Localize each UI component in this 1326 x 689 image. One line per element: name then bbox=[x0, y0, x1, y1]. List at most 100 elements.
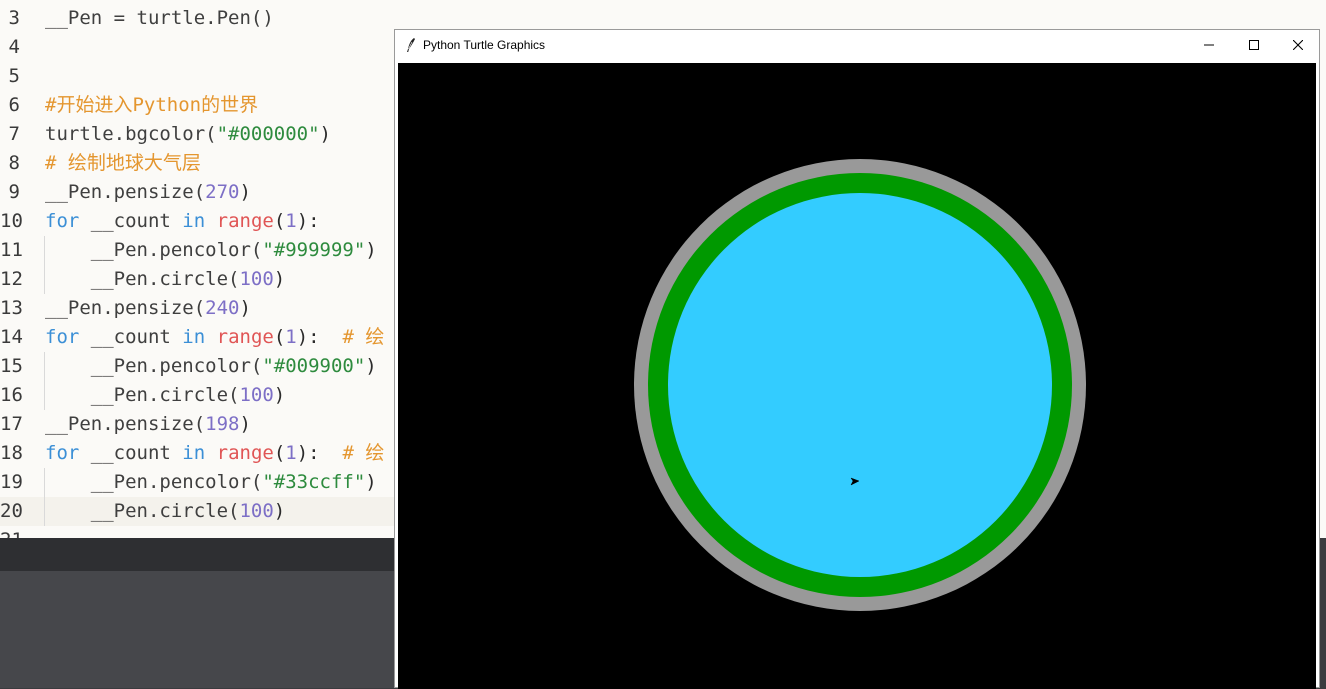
line-number: 3 bbox=[8, 7, 20, 29]
code-token: "#999999" bbox=[262, 239, 366, 261]
line-number: 18 bbox=[0, 442, 23, 464]
code-token: #开始进入Python的世界 bbox=[45, 94, 259, 116]
code-text: __Pen.pensize(240) bbox=[45, 294, 251, 323]
code-text: for __count in range(1): # 绘 bbox=[45, 323, 384, 352]
line-number: 21 bbox=[0, 526, 23, 538]
code-token: ( bbox=[273, 326, 286, 348]
code-token: ) bbox=[273, 268, 286, 290]
code-token: __count bbox=[79, 442, 183, 464]
turtle-canvas[interactable] bbox=[398, 63, 1316, 689]
code-text: #开始进入Python的世界 bbox=[45, 91, 258, 120]
code-token: in bbox=[182, 326, 206, 348]
code-token: "#33ccff" bbox=[262, 471, 366, 493]
maximize-icon bbox=[1249, 40, 1259, 50]
code-token: __Pen.pensize( bbox=[45, 413, 206, 435]
code-text: __Pen.circle(100) bbox=[45, 265, 286, 294]
code-text: __Pen.circle(100) bbox=[45, 497, 286, 526]
code-text: __Pen.pensize(198) bbox=[45, 410, 251, 439]
code-text: __Pen.circle(100) bbox=[45, 381, 286, 410]
code-token: 240 bbox=[205, 297, 240, 319]
code-token: __Pen.pensize( bbox=[45, 181, 206, 203]
line-number: 20 bbox=[0, 500, 23, 522]
code-token: ( bbox=[273, 210, 286, 232]
window-titlebar[interactable]: Python Turtle Graphics bbox=[395, 30, 1319, 61]
code-token: # 绘 bbox=[342, 442, 385, 464]
code-text: __Pen = turtle.Pen() bbox=[45, 4, 274, 33]
line-number: 7 bbox=[8, 123, 20, 145]
line-number: 19 bbox=[0, 471, 23, 493]
code-token: __Pen.pencolor( bbox=[45, 355, 263, 377]
code-text: __Pen.pensize(270) bbox=[45, 178, 251, 207]
code-token: ): bbox=[296, 210, 320, 232]
code-token: 100 bbox=[239, 500, 274, 522]
code-text: __Pen.pencolor("#999999") bbox=[45, 236, 377, 265]
line-number: 16 bbox=[0, 384, 23, 406]
code-token: __Pen.pensize( bbox=[45, 297, 206, 319]
code-token: # 绘 bbox=[342, 326, 385, 348]
line-number: 13 bbox=[0, 297, 23, 319]
code-token: 100 bbox=[239, 384, 274, 406]
code-token: 100 bbox=[239, 268, 274, 290]
feather-icon bbox=[407, 38, 415, 52]
code-token: range bbox=[216, 326, 274, 348]
code-token: 270 bbox=[205, 181, 240, 203]
code-token: __Pen.circle( bbox=[45, 500, 240, 522]
code-token: __Pen.pencolor( bbox=[45, 471, 263, 493]
maximize-button[interactable] bbox=[1231, 30, 1277, 60]
earth-core-blue bbox=[668, 193, 1052, 577]
code-text: for __count in range(1): bbox=[45, 207, 320, 236]
code-token: __Pen.pencolor( bbox=[45, 239, 263, 261]
code-token: 198 bbox=[205, 413, 240, 435]
code-token: ) bbox=[239, 181, 251, 203]
code-token: __count bbox=[79, 326, 183, 348]
code-token: __count bbox=[79, 210, 183, 232]
code-token: for bbox=[45, 210, 80, 232]
code-token: ) bbox=[365, 471, 377, 493]
code-token: ) bbox=[365, 355, 377, 377]
code-token: ) bbox=[239, 297, 251, 319]
line-number: 9 bbox=[8, 181, 20, 203]
code-token: "#000000" bbox=[216, 123, 320, 145]
code-token: ) bbox=[239, 413, 251, 435]
minimize-icon bbox=[1204, 44, 1214, 46]
code-token: 1 bbox=[285, 326, 297, 348]
code-token: 1 bbox=[285, 210, 297, 232]
code-token: ) bbox=[365, 239, 377, 261]
close-button[interactable] bbox=[1275, 30, 1321, 60]
line-number: 5 bbox=[8, 65, 20, 87]
code-token: range bbox=[216, 442, 274, 464]
window-title: Python Turtle Graphics bbox=[423, 38, 546, 52]
line-number: 17 bbox=[0, 413, 23, 435]
line-number: 4 bbox=[8, 36, 20, 58]
close-icon bbox=[1293, 40, 1303, 50]
code-text: __Pen.pencolor("#33ccff") bbox=[45, 468, 377, 497]
code-token: in bbox=[182, 442, 206, 464]
code-token: ) bbox=[319, 123, 331, 145]
code-token: ) bbox=[273, 500, 286, 522]
minimize-button[interactable] bbox=[1186, 30, 1232, 60]
panel-right-edge bbox=[1320, 538, 1326, 688]
code-token: turtle.bgcolor( bbox=[45, 123, 217, 145]
line-number: 10 bbox=[0, 210, 23, 232]
code-text: turtle.bgcolor("#000000") bbox=[45, 120, 331, 149]
code-token: for bbox=[45, 442, 80, 464]
code-token: # 绘制地球大气层 bbox=[45, 152, 201, 174]
code-token: for bbox=[45, 326, 80, 348]
code-token: ( bbox=[273, 442, 286, 464]
line-number: 14 bbox=[0, 326, 23, 348]
line-number: 6 bbox=[8, 94, 20, 116]
code-token: ): bbox=[296, 326, 343, 348]
code-token: range bbox=[216, 210, 274, 232]
turtle-graphics-window[interactable]: Python Turtle Graphics bbox=[394, 29, 1320, 689]
line-number: 11 bbox=[0, 239, 23, 261]
line-number: 8 bbox=[8, 152, 20, 174]
code-token: ) bbox=[273, 384, 286, 406]
code-token: ): bbox=[296, 442, 343, 464]
code-token: __Pen.circle( bbox=[45, 384, 240, 406]
code-token: in bbox=[182, 210, 206, 232]
code-token: "#009900" bbox=[262, 355, 366, 377]
code-text: __Pen.pencolor("#009900") bbox=[45, 352, 377, 381]
code-text: # 绘制地球大气层 bbox=[45, 149, 201, 178]
